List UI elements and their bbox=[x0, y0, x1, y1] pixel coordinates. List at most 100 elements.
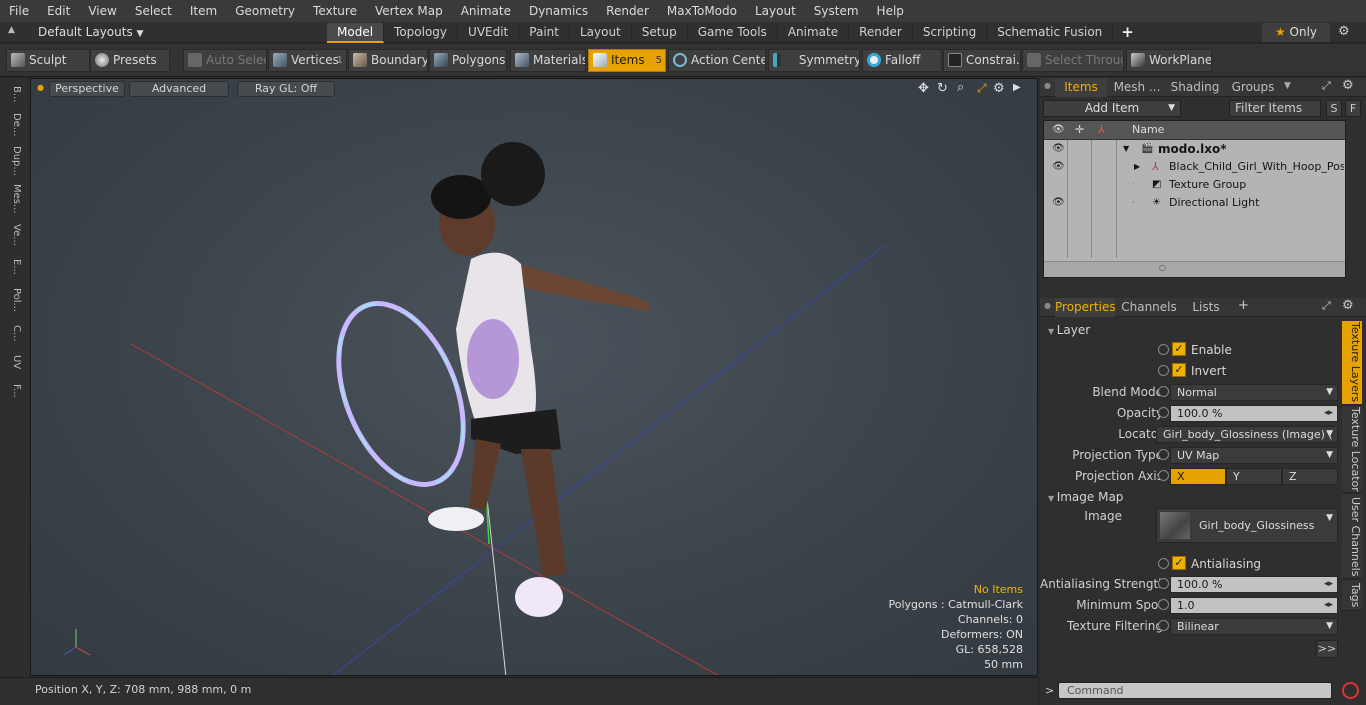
left-tab-fusion[interactable]: F... bbox=[4, 378, 22, 404]
menu-view[interactable]: View bbox=[79, 0, 125, 22]
layer-section-header[interactable]: Layer bbox=[1048, 323, 1090, 337]
menu-dynamics[interactable]: Dynamics bbox=[520, 0, 597, 22]
advanced-shading-button[interactable]: Advanced bbox=[129, 81, 229, 97]
filter-f-button[interactable]: F bbox=[1345, 100, 1361, 117]
rotate-view-icon[interactable]: ↻ bbox=[937, 81, 948, 96]
tab-scripting[interactable]: Scripting bbox=[913, 23, 988, 43]
filter-s-button[interactable]: S bbox=[1326, 100, 1342, 117]
image-select[interactable]: Girl_body_Glossiness ▼ bbox=[1156, 508, 1338, 543]
add-tab-plus-icon[interactable]: + bbox=[1113, 23, 1142, 43]
vtab-user-channels[interactable]: User Channels bbox=[1342, 495, 1362, 579]
menu-geometry[interactable]: Geometry bbox=[226, 0, 304, 22]
opacity-slider[interactable]: 100.0 % ◂▸ bbox=[1170, 405, 1338, 422]
item-row-mesh[interactable]: 👁 ▶ ⅄ Black_Child_Girl_With_Hoop_Pose ..… bbox=[1044, 158, 1345, 176]
tabs-dropdown-icon[interactable]: ▼ bbox=[1284, 81, 1291, 91]
viewport-gear-icon[interactable]: ⚙ bbox=[993, 81, 1005, 96]
viewport-expand-arrow-icon[interactable]: ▶ bbox=[1013, 82, 1021, 93]
left-tab-edge[interactable]: E... bbox=[4, 254, 22, 280]
visibility-eye-icon[interactable]: 👁 bbox=[1052, 121, 1065, 139]
boundary-button[interactable]: Boundary bbox=[348, 49, 428, 72]
left-tab-duplicate[interactable]: Dup... bbox=[4, 144, 22, 178]
items-button[interactable]: Items 5 bbox=[588, 49, 666, 72]
tab-game-tools[interactable]: Game Tools bbox=[688, 23, 778, 43]
invert-keyframe-ring[interactable] bbox=[1158, 365, 1169, 376]
enable-checkbox[interactable]: ✓ bbox=[1172, 342, 1186, 356]
visibility-eye-icon[interactable]: 👁 bbox=[1052, 194, 1065, 212]
menu-select[interactable]: Select bbox=[126, 0, 181, 22]
vtab-texture-layers[interactable]: Texture Layers bbox=[1342, 321, 1362, 405]
tab-render[interactable]: Render bbox=[849, 23, 913, 43]
tab-model[interactable]: Model bbox=[327, 23, 385, 43]
scroll-handle[interactable]: ○ bbox=[1159, 263, 1166, 272]
item-list-scrollbar[interactable]: ○ bbox=[1044, 261, 1345, 277]
select-through-button[interactable]: Select Through bbox=[1022, 49, 1124, 72]
tab-channels[interactable]: Channels bbox=[1120, 298, 1178, 317]
slider-arrows-icon[interactable]: ◂▸ bbox=[1324, 406, 1333, 421]
menu-help[interactable]: Help bbox=[868, 0, 913, 22]
tab-lists[interactable]: Lists bbox=[1182, 298, 1230, 317]
vertices-button[interactable]: Vertices 1 bbox=[268, 49, 347, 72]
left-tab-vertex[interactable]: Ve... bbox=[4, 220, 22, 250]
visibility-eye-icon[interactable]: 👁 bbox=[1052, 140, 1065, 158]
texture-filtering-keyframe-ring[interactable] bbox=[1158, 620, 1169, 631]
tab-animate[interactable]: Animate bbox=[778, 23, 850, 43]
falloff-button[interactable]: Falloff bbox=[862, 49, 942, 72]
tab-items[interactable]: Items bbox=[1055, 78, 1107, 97]
more-options-button[interactable]: >> bbox=[1316, 640, 1338, 658]
slider-arrows-icon[interactable]: ◂▸ bbox=[1324, 577, 1333, 592]
menu-vertex-map[interactable]: Vertex Map bbox=[366, 0, 452, 22]
record-macro-icon[interactable] bbox=[1342, 682, 1359, 699]
viewport-dot-icon[interactable]: ● bbox=[37, 83, 44, 92]
tab-layout[interactable]: Layout bbox=[570, 23, 632, 43]
fit-view-icon[interactable]: ⤢ bbox=[977, 81, 987, 96]
axis-z-button[interactable]: Z bbox=[1282, 468, 1338, 485]
tab-shading[interactable]: Shading bbox=[1168, 78, 1222, 97]
item-row-directional-light[interactable]: 👁 · ☀ Directional Light bbox=[1044, 194, 1345, 212]
menu-maxtomodo[interactable]: MaxToModo bbox=[658, 0, 746, 22]
command-input[interactable]: Command bbox=[1058, 682, 1332, 699]
tab-uvedit[interactable]: UVEdit bbox=[458, 23, 520, 43]
left-tab-deform[interactable]: De... bbox=[4, 110, 22, 140]
auto-select-button[interactable]: Auto Select bbox=[183, 49, 267, 72]
left-tab-polygon[interactable]: Pol... bbox=[4, 284, 22, 316]
menu-animate[interactable]: Animate bbox=[452, 0, 520, 22]
tab-mesh[interactable]: Mesh ... bbox=[1110, 78, 1164, 97]
blend-mode-select[interactable]: Normal ▼ bbox=[1170, 384, 1338, 401]
action-center-button[interactable]: Action Center bbox=[668, 49, 766, 72]
item-row-texture-group[interactable]: · ◩ Texture Group bbox=[1044, 176, 1345, 194]
perspective-button[interactable]: Perspective bbox=[49, 81, 125, 97]
name-column-header[interactable]: Name bbox=[1132, 121, 1164, 139]
constraints-button[interactable]: Constrai... bbox=[943, 49, 1021, 72]
add-item-button[interactable]: Add Item ▼ bbox=[1043, 100, 1181, 117]
gear-icon[interactable]: ⚙ bbox=[1338, 24, 1350, 39]
tab-topology[interactable]: Topology bbox=[384, 23, 459, 43]
layout-selector[interactable]: Default Layouts ▼ bbox=[38, 22, 143, 43]
locator-axes-icon[interactable]: ⅄ bbox=[1098, 121, 1105, 139]
minimum-spot-slider[interactable]: 1.0 ◂▸ bbox=[1170, 597, 1338, 614]
move-view-icon[interactable]: ✥ bbox=[918, 81, 929, 96]
raygl-button[interactable]: Ray GL: Off bbox=[237, 81, 335, 97]
menu-system[interactable]: System bbox=[805, 0, 868, 22]
maximize-panel-icon[interactable]: ⤢ bbox=[1322, 79, 1331, 93]
aa-strength-slider[interactable]: 100.0 % ◂▸ bbox=[1170, 576, 1338, 593]
tab-groups[interactable]: Groups bbox=[1226, 78, 1280, 97]
menu-edit[interactable]: Edit bbox=[38, 0, 79, 22]
maximize-panel-icon[interactable]: ⤢ bbox=[1322, 299, 1331, 313]
invert-checkbox[interactable]: ✓ bbox=[1172, 363, 1186, 377]
tab-schematic-fusion[interactable]: Schematic Fusion bbox=[987, 23, 1114, 43]
left-tab-curve[interactable]: C... bbox=[4, 320, 22, 346]
enable-keyframe-ring[interactable] bbox=[1158, 344, 1169, 355]
expand-arrow-icon[interactable]: ▶ bbox=[1134, 158, 1140, 176]
polygons-button[interactable]: Polygons bbox=[429, 49, 507, 72]
zoom-view-icon[interactable]: ⌕ bbox=[957, 80, 964, 95]
aa-strength-keyframe-ring[interactable] bbox=[1158, 578, 1169, 589]
menu-texture[interactable]: Texture bbox=[304, 0, 366, 22]
vtab-tags[interactable]: Tags bbox=[1342, 581, 1362, 611]
axis-x-button[interactable]: X bbox=[1170, 468, 1226, 485]
antialiasing-checkbox[interactable]: ✓ bbox=[1172, 556, 1186, 570]
materials-button[interactable]: Materials bbox=[510, 49, 586, 72]
visibility-eye-icon[interactable]: 👁 bbox=[1052, 158, 1065, 176]
image-map-section-header[interactable]: Image Map bbox=[1048, 490, 1124, 504]
axis-y-button[interactable]: Y bbox=[1226, 468, 1282, 485]
item-row-scene[interactable]: 👁 ▼ 🎬 modo.lxo* bbox=[1044, 140, 1345, 158]
